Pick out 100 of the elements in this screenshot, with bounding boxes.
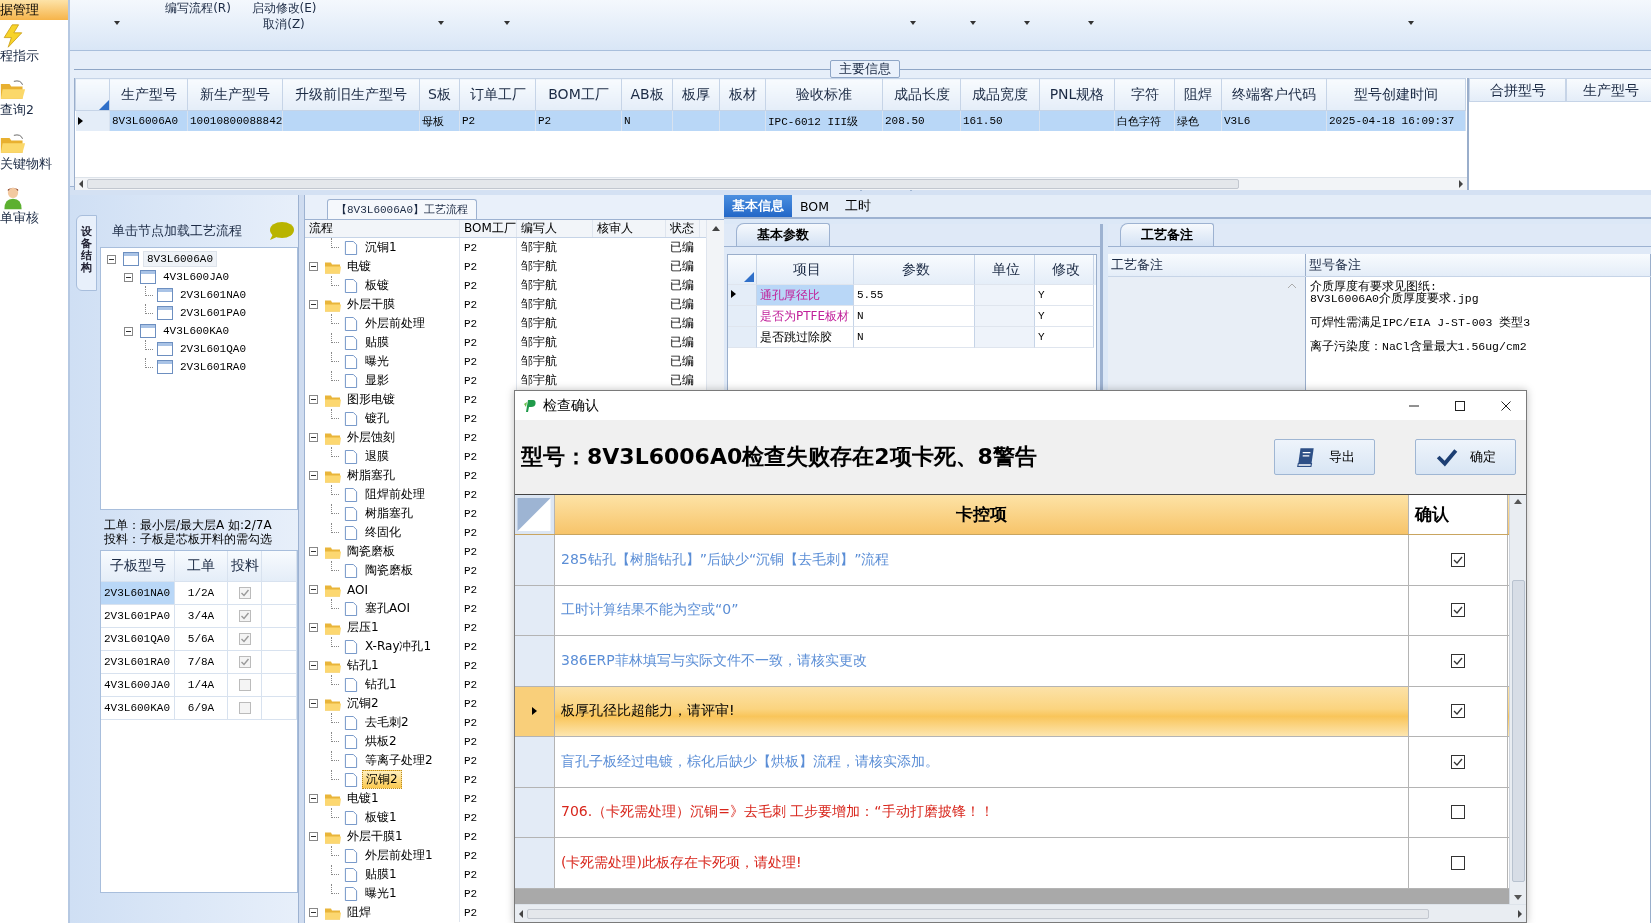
checkbox[interactable] bbox=[238, 679, 251, 691]
dialog-button[interactable]: 确定 bbox=[1415, 439, 1516, 475]
table-row[interactable]: 盲孔子板经过电镀，棕化后缺少【烘板】流程，请核实添加。 bbox=[515, 737, 1509, 788]
column-header[interactable]: 编写人 bbox=[517, 220, 593, 237]
tree-node[interactable]: AOI bbox=[344, 582, 371, 597]
column-header[interactable]: 工单 bbox=[175, 551, 228, 581]
column-header[interactable]: 新生产型号 bbox=[187, 78, 283, 111]
tab[interactable]: 工时 bbox=[837, 195, 879, 217]
nav-item[interactable]: 单审核 bbox=[0, 210, 39, 225]
tree-node[interactable]: 贴膜 bbox=[362, 334, 392, 351]
column-header[interactable]: 状态 bbox=[666, 220, 700, 237]
column-header[interactable]: 流程 bbox=[305, 220, 460, 237]
column-header[interactable]: 投料 bbox=[228, 551, 262, 581]
tree-node[interactable]: 4V3L600JA0 bbox=[160, 270, 232, 284]
checkbox[interactable] bbox=[238, 702, 251, 714]
collapse-icon[interactable] bbox=[309, 395, 318, 404]
tree-node[interactable]: 曝光1 bbox=[362, 885, 400, 902]
table-row[interactable]: 386ERP菲林填写与实际文件不一致，请核实更改 bbox=[515, 636, 1509, 687]
tree-node[interactable]: 贴膜1 bbox=[362, 866, 400, 883]
table-row[interactable]: (卡死需处理)此板存在卡死项，请处理! bbox=[515, 838, 1509, 889]
tree-node[interactable]: 曝光 bbox=[362, 353, 392, 370]
collapse-icon[interactable] bbox=[309, 547, 318, 556]
column-header[interactable]: PNL规格 bbox=[1039, 78, 1115, 111]
close-icon[interactable] bbox=[1500, 399, 1512, 412]
checkbox[interactable] bbox=[1451, 603, 1465, 618]
nav-item[interactable]: 查询2 bbox=[0, 102, 34, 117]
dropdown-arrow-icon[interactable] bbox=[970, 21, 976, 25]
tree-node[interactable]: 沉铜1 bbox=[362, 239, 400, 256]
collapse-icon[interactable] bbox=[309, 623, 318, 632]
collapse-icon[interactable] bbox=[309, 433, 318, 442]
tree-node[interactable]: 图形电镀 bbox=[344, 391, 398, 408]
checkbox[interactable] bbox=[1451, 855, 1465, 870]
tree-node[interactable]: 去毛刺2 bbox=[362, 714, 412, 731]
tree-node[interactable]: 板镀 bbox=[362, 277, 392, 294]
table-cell[interactable]: 4V3L600KA0 bbox=[101, 697, 175, 719]
checkbox[interactable] bbox=[238, 656, 251, 668]
tree-node[interactable]: 终固化 bbox=[362, 524, 404, 541]
checkbox[interactable] bbox=[1451, 754, 1465, 769]
dialog-button[interactable]: 导出 bbox=[1274, 439, 1375, 475]
dropdown-arrow-icon[interactable] bbox=[1024, 21, 1030, 25]
table-row[interactable]: 285钻孔【树脂钻孔】”后缺少“沉铜【去毛刺】”流程 bbox=[515, 535, 1509, 586]
tree-node[interactable]: 阻焊前处理 bbox=[362, 486, 428, 503]
column-header[interactable]: 板材 bbox=[719, 78, 766, 111]
checkbox[interactable] bbox=[1451, 805, 1465, 820]
checkbox[interactable] bbox=[238, 587, 251, 599]
tree-node[interactable]: 2V3L601QA0 bbox=[177, 342, 249, 356]
tree-node[interactable]: 外层前处理1 bbox=[362, 847, 436, 864]
tree-node[interactable]: 外层干膜1 bbox=[344, 828, 406, 845]
column-header[interactable]: 终端客户代码 bbox=[1221, 78, 1327, 111]
panel-tab[interactable]: 基本参数 bbox=[736, 223, 830, 246]
table-row[interactable]: 8V3L6006A0 10010800088842 母板 P2 P2 N IPC-6012 III级 208.50 161.50 白色字符 绿色 V3L6 2025-04-18 16:09:37 bbox=[75, 110, 1466, 131]
collapse-icon[interactable] bbox=[309, 908, 318, 917]
toolbar-button[interactable]: 编写流程(R) bbox=[165, 0, 231, 16]
column-header[interactable]: BOM工厂 bbox=[535, 78, 622, 111]
column-header[interactable]: 工艺备注 bbox=[1108, 254, 1306, 276]
vertical-scrollbar[interactable] bbox=[1509, 495, 1526, 904]
tree-node[interactable]: 4V3L600KA0 bbox=[160, 324, 232, 338]
table-cell[interactable]: 是否跳过除胶 bbox=[757, 327, 854, 348]
table-cell[interactable]: 2V3L601QA0 bbox=[101, 628, 175, 650]
collapse-icon[interactable] bbox=[309, 262, 318, 271]
column-header[interactable]: BOM工厂 bbox=[460, 220, 517, 237]
toolbar-button[interactable]: 启动修改(E) bbox=[251, 0, 317, 16]
tree-node[interactable]: 层压1 bbox=[344, 619, 382, 636]
collapse-icon[interactable] bbox=[309, 300, 318, 309]
corner-icon[interactable] bbox=[99, 100, 109, 110]
table-cell[interactable]: 4V3L600JA0 bbox=[101, 674, 175, 696]
checkbox[interactable] bbox=[238, 633, 251, 645]
tree-node[interactable]: 8V3L6006A0 bbox=[143, 251, 217, 267]
tree-node[interactable]: 镀孔 bbox=[362, 410, 392, 427]
table-cell[interactable]: 通孔厚径比 bbox=[757, 285, 854, 306]
dropdown-arrow-icon[interactable] bbox=[504, 21, 510, 25]
checkbox[interactable] bbox=[1451, 653, 1465, 668]
tree-node[interactable]: 钻孔1 bbox=[362, 676, 400, 693]
tree-node[interactable]: X-Ray冲孔1 bbox=[362, 638, 435, 655]
dropdown-arrow-icon[interactable] bbox=[438, 21, 444, 25]
collapse-icon[interactable] bbox=[124, 272, 133, 282]
tree-node[interactable]: 外层蚀刻 bbox=[344, 429, 398, 446]
tree-node[interactable]: 显影 bbox=[362, 372, 392, 389]
checkbox[interactable] bbox=[1451, 552, 1465, 567]
dropdown-arrow-icon[interactable] bbox=[910, 21, 916, 25]
checkbox[interactable] bbox=[238, 610, 251, 622]
table-cell[interactable]: 2V3L601NA0 bbox=[101, 582, 175, 604]
row-header[interactable] bbox=[728, 285, 757, 306]
column-header[interactable]: 型号备注 bbox=[1306, 254, 1651, 276]
tree-node[interactable]: 陶瓷磨板 bbox=[362, 562, 416, 579]
column-header[interactable]: 合拼型号 bbox=[1469, 78, 1566, 102]
column-header[interactable]: S板 bbox=[419, 78, 460, 111]
tree-node[interactable]: 树脂塞孔 bbox=[362, 505, 416, 522]
tree-node[interactable]: 钻孔1 bbox=[344, 657, 382, 674]
tree-node[interactable]: 塞孔AOI bbox=[362, 600, 413, 617]
column-header[interactable]: 成品长度 bbox=[882, 78, 961, 111]
tree-node[interactable]: 2V3L601RA0 bbox=[177, 360, 249, 374]
table-row[interactable]: 板厚孔径比超能力，请评审! bbox=[515, 686, 1509, 737]
column-header[interactable]: 升级前旧生产型号 bbox=[282, 78, 420, 111]
collapse-icon[interactable] bbox=[309, 471, 318, 480]
dropdown-arrow-icon[interactable] bbox=[1408, 21, 1414, 25]
column-header[interactable]: 订单工厂 bbox=[459, 78, 536, 111]
corner-icon[interactable] bbox=[744, 272, 754, 282]
column-header[interactable]: 阻焊 bbox=[1174, 78, 1222, 111]
table-row[interactable]: 工时计算结果不能为空或“0” bbox=[515, 585, 1509, 636]
